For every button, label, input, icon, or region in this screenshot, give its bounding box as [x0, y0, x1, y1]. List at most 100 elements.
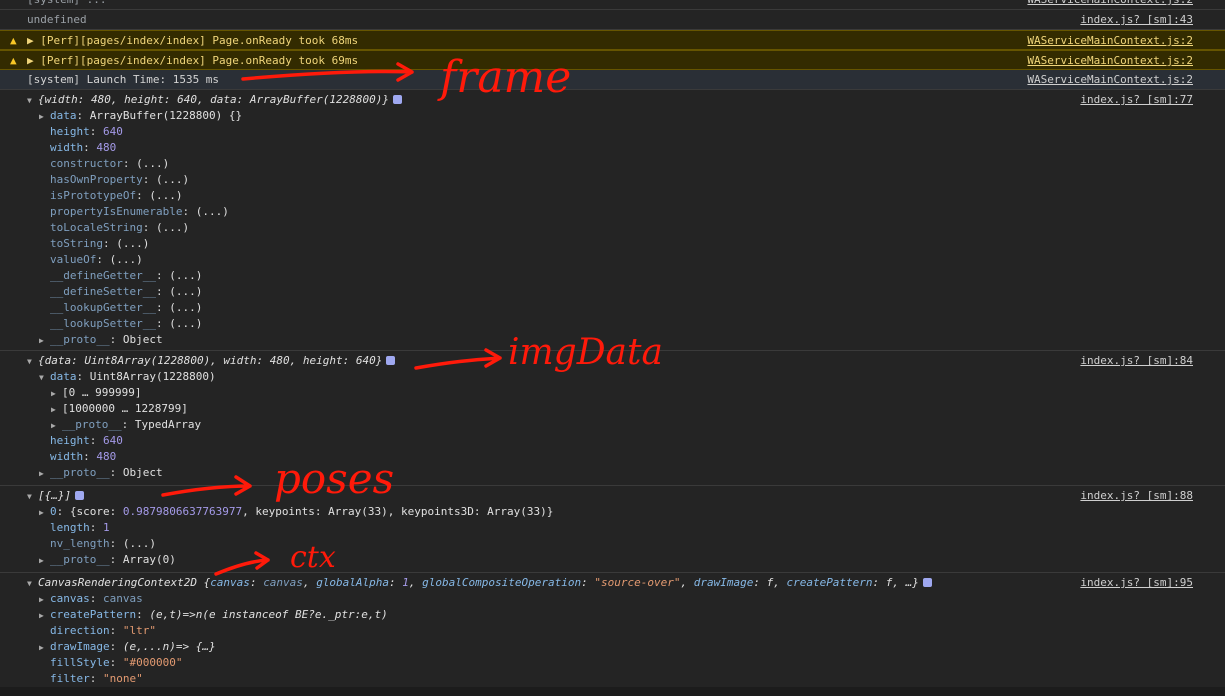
expand-triangle-icon[interactable]: ▶	[39, 592, 50, 608]
source-link[interactable]: WAServiceMainContext.js:2	[1027, 70, 1193, 90]
object-header[interactable]: ▼ [{…}]	[27, 488, 85, 505]
property-key: filter	[50, 672, 90, 685]
property-row[interactable]: isPrototypeOf: (...)	[50, 188, 182, 204]
expand-triangle-icon[interactable]: ▶	[51, 386, 62, 402]
preview-value: …}	[905, 576, 919, 589]
source-link[interactable]: index.js? [sm]:77	[1080, 92, 1193, 108]
property-value[interactable]: (...)	[169, 269, 202, 282]
property-row: width: 480	[50, 141, 117, 154]
property-key: __defineSetter__	[50, 285, 156, 298]
property-key: data	[50, 109, 77, 122]
expand-triangle-icon[interactable]: ▶	[39, 505, 50, 521]
expand-triangle-icon[interactable]: ▼	[27, 489, 38, 505]
property-row[interactable]: __defineGetter__: (...)	[50, 268, 202, 284]
property-row[interactable]: __lookupSetter__: (...)	[50, 316, 202, 332]
property-value[interactable]: (...)	[136, 157, 169, 170]
property-key: 0	[50, 505, 57, 518]
source-link[interactable]: WAServiceMainContext.js:2	[1027, 31, 1193, 51]
property-value[interactable]: (...)	[156, 221, 189, 234]
property-row[interactable]: toString: (...)	[50, 236, 149, 252]
console-prompt-area[interactable]	[0, 687, 1225, 696]
property-key: __lookupSetter__	[50, 317, 156, 330]
expand-triangle-icon[interactable]: ▶	[39, 640, 50, 656]
console-row-undefined: undefined index.js? [sm]:43	[0, 10, 1225, 30]
property-key: data	[50, 370, 77, 383]
property-value[interactable]: (...)	[110, 253, 143, 266]
property-value[interactable]: (...)	[169, 317, 202, 330]
property-row[interactable]: __defineSetter__: (...)	[50, 284, 202, 300]
property-value: "#000000"	[122, 656, 183, 669]
property-key: canvas	[50, 592, 90, 605]
object-preview: [{…}]	[38, 489, 72, 502]
array-item-row[interactable]: ▶ 0: {score: 0.9879806637763977, keypoint…	[39, 504, 553, 520]
console-message: undefined	[27, 13, 87, 26]
property-value[interactable]: (...)	[169, 285, 202, 298]
property-value[interactable]: (...)	[169, 301, 202, 314]
expand-triangle-icon[interactable]: ▶	[39, 553, 50, 569]
expand-triangle-icon[interactable]: ▶	[39, 109, 50, 125]
expand-triangle-icon[interactable]: ▶	[39, 466, 50, 482]
property-key: nv_length	[50, 537, 110, 550]
property-row[interactable]: ▶ data: ArrayBuffer(1228800) {}	[39, 108, 242, 124]
console-message: ▶ [Perf][pages/index/index] Page.onReady…	[27, 34, 359, 47]
source-link[interactable]: index.js? [sm]:84	[1080, 353, 1193, 369]
log-entry-frame: ▼ {width: 480, height: 640, data: ArrayBu…	[0, 90, 1225, 351]
property-value: 480	[96, 450, 117, 463]
expand-triangle-icon[interactable]: ▶	[39, 608, 50, 624]
property-row[interactable]: ▶ __proto__: TypedArray	[51, 417, 201, 433]
info-badge-icon[interactable]	[393, 95, 402, 104]
source-link[interactable]: WAServiceMainContext.js:2	[1027, 0, 1193, 10]
property-value: Object	[122, 466, 163, 479]
console-row-clipped: [system] ... WAServiceMainContext.js:2	[0, 0, 1225, 10]
source-link[interactable]: index.js? [sm]:88	[1080, 488, 1193, 504]
property-row[interactable]: hasOwnProperty: (...)	[50, 172, 189, 188]
expand-triangle-icon[interactable]: ▼	[27, 354, 38, 370]
property-row[interactable]: ▶ canvas: canvas	[39, 591, 143, 607]
property-row[interactable]: propertyIsEnumerable: (...)	[50, 204, 229, 220]
info-badge-icon[interactable]	[386, 356, 396, 365]
property-row[interactable]: ▼ data: Uint8Array(1228800)	[39, 369, 216, 385]
property-row[interactable]: ▶ drawImage: (e,...n)=> {…}	[39, 639, 216, 655]
property-value[interactable]: (...)	[196, 205, 229, 218]
annotation-label-ctx: ctx	[290, 540, 336, 575]
object-header[interactable]: ▼ CanvasRenderingContext2D {canvas: canva…	[27, 575, 932, 591]
console-row-warning[interactable]: ▲ ▶ [Perf][pages/index/index] Page.onRea…	[0, 50, 1225, 70]
property-value[interactable]: (...)	[149, 189, 182, 202]
info-badge-icon[interactable]	[922, 578, 932, 587]
property-row[interactable]: __lookupGetter__: (...)	[50, 300, 202, 316]
property-value[interactable]: (...)	[116, 237, 149, 250]
property-value: 640	[103, 434, 123, 447]
expand-triangle-icon[interactable]: ▼	[27, 93, 38, 109]
object-header[interactable]: ▼ {width: 480, height: 640, data: ArrayBu…	[27, 92, 402, 108]
property-row[interactable]: ▶ __proto__: Array(0)	[39, 552, 176, 568]
source-link[interactable]: WAServiceMainContext.js:2	[1027, 51, 1193, 71]
annotation-label-frame: frame	[440, 52, 572, 103]
property-row[interactable]: nv_length: (...)	[50, 536, 156, 552]
property-row: height: 640	[50, 434, 123, 447]
source-link[interactable]: index.js? [sm]:43	[1080, 10, 1193, 30]
info-badge-icon[interactable]	[75, 491, 85, 500]
property-row[interactable]: ▶ __proto__: Object	[39, 465, 163, 481]
expand-triangle-icon[interactable]: ▶	[39, 333, 50, 349]
range-row[interactable]: ▶ [1000000 … 1228799]	[51, 401, 188, 417]
object-preview: {data: Uint8Array(1228800), width: 480, …	[38, 354, 383, 367]
expand-triangle-icon[interactable]: ▶	[51, 418, 62, 434]
property-value[interactable]: (...)	[156, 173, 189, 186]
property-row[interactable]: toLocaleString: (...)	[50, 220, 189, 236]
property-row[interactable]: valueOf: (...)	[50, 252, 143, 268]
property-row[interactable]: ▶ createPattern: (e,t)=>n(e instanceof BE…	[39, 607, 388, 623]
range-row[interactable]: ▶ [0 … 999999]	[51, 385, 141, 401]
log-entry-poses: ▼ [{…}] index.js? [sm]:88 ▶ 0: {score: 0.9…	[0, 486, 1225, 573]
property-value: 480	[96, 141, 117, 154]
expand-triangle-icon[interactable]: ▶	[51, 402, 62, 418]
console-row-warning[interactable]: ▲ ▶ [Perf][pages/index/index] Page.onRea…	[0, 30, 1225, 50]
expand-triangle-icon[interactable]: ▼	[27, 576, 38, 592]
property-value[interactable]: (...)	[123, 537, 156, 550]
expand-triangle-icon[interactable]: ▼	[39, 370, 50, 386]
annotation-label-poses: poses	[274, 454, 395, 503]
source-link[interactable]: index.js? [sm]:95	[1080, 575, 1193, 591]
property-row[interactable]: ▶ __proto__: Object	[39, 332, 163, 348]
object-header[interactable]: ▼ {data: Uint8Array(1228800), width: 480,…	[27, 353, 396, 370]
property-value: Uint8Array(1228800)	[89, 370, 216, 383]
property-row[interactable]: constructor: (...)	[50, 156, 169, 172]
